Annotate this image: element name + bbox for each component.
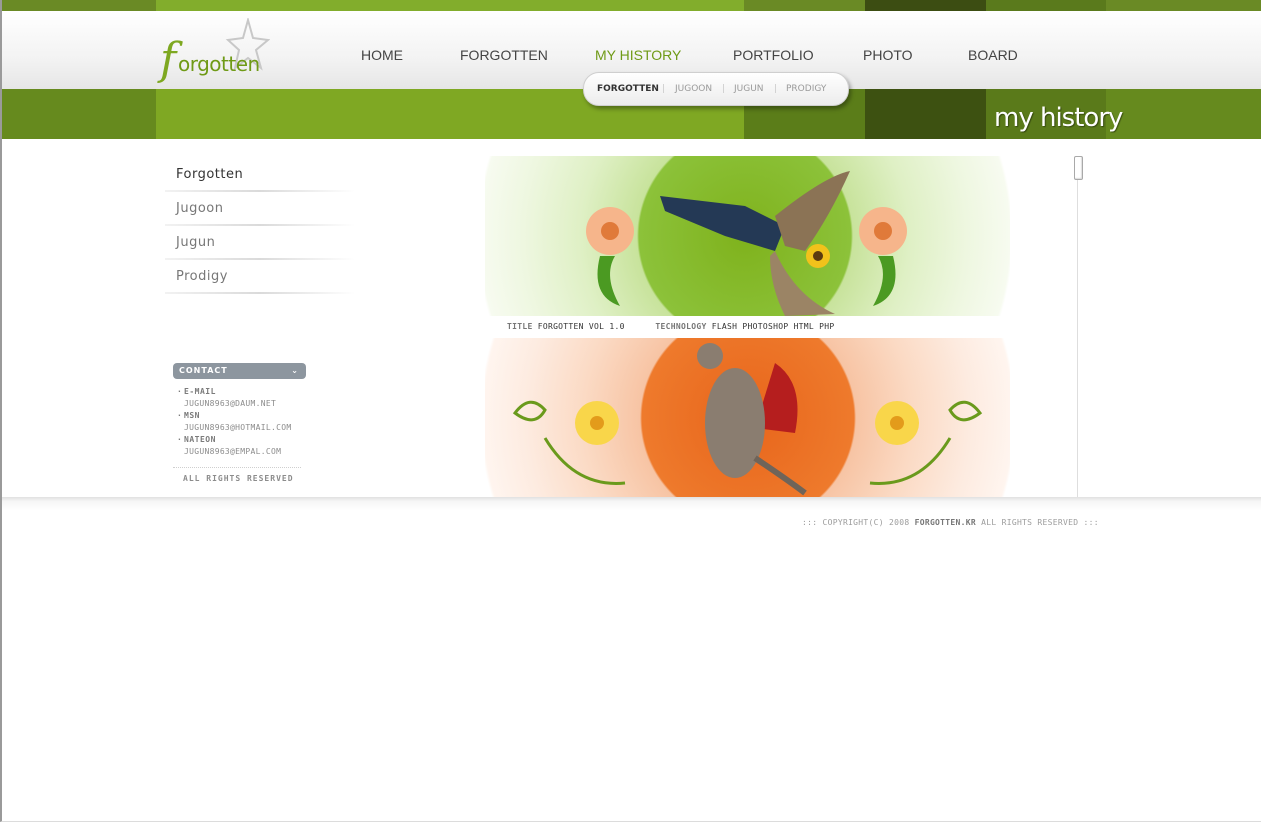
divider bbox=[173, 467, 301, 468]
portfolio-meta: TITLE FORGOTTEN VOL 1.0 TECHNOLOGY FLASH… bbox=[507, 322, 835, 331]
copyright-domain[interactable]: FORGOTTEN.KR bbox=[915, 518, 976, 527]
scrollbar-thumb[interactable] bbox=[1074, 156, 1083, 180]
contact-list: E-MAIL JUGUN8963@DAUM.NET MSN JUGUN8963@… bbox=[173, 387, 306, 459]
section-title: my history bbox=[994, 103, 1123, 133]
contact-title: CONTACT bbox=[179, 366, 228, 375]
portfolio-title: FORGOTTEN VOL 1.0 bbox=[537, 322, 625, 331]
flying-cat-illustration bbox=[512, 343, 983, 496]
chevron-down-icon: ⌄ bbox=[291, 366, 299, 375]
subnav-prodigy[interactable]: PRODIGY bbox=[786, 84, 826, 94]
left-menu-label: Jugun bbox=[176, 235, 216, 250]
nav-photo[interactable]: PHOTO bbox=[863, 47, 913, 63]
subnav-separator: | bbox=[774, 84, 778, 94]
nav-my-history[interactable]: MY HISTORY bbox=[595, 47, 681, 63]
contact-panel: CONTACT ⌄ E-MAIL JUGUN8963@DAUM.NET MSN … bbox=[173, 363, 306, 483]
nav-portfolio[interactable]: PORTFOLIO bbox=[733, 47, 814, 63]
scrollbar-track[interactable] bbox=[1077, 156, 1078, 497]
top-color-strip bbox=[2, 0, 1261, 11]
nav-home[interactable]: HOME bbox=[361, 47, 403, 63]
copyright-prefix: ::: bbox=[802, 518, 818, 527]
contact-nateon[interactable]: JUGUN8963@EMPAL.COM bbox=[173, 447, 306, 459]
portfolio-image-orange[interactable] bbox=[485, 338, 1010, 498]
left-menu-item-forgotten[interactable]: Forgotten bbox=[165, 158, 355, 192]
left-menu-item-prodigy[interactable]: Prodigy bbox=[165, 260, 355, 294]
copyright: ::: COPYRIGHT(C) 2008 FORGOTTEN.KR ALL R… bbox=[802, 518, 1099, 527]
contact-msn[interactable]: JUGUN8963@HOTMAIL.COM bbox=[173, 423, 306, 435]
left-menu: Forgotten Jugoon Jugun Prodigy bbox=[165, 158, 355, 294]
copyright-end: ::: bbox=[1083, 518, 1099, 527]
copyright-suffix: ALL RIGHTS RESERVED bbox=[981, 518, 1079, 527]
contact-email[interactable]: JUGUN8963@DAUM.NET bbox=[173, 399, 306, 411]
nav-forgotten[interactable]: FORGOTTEN bbox=[460, 47, 548, 63]
subnav-forgotten[interactable]: FORGOTTEN bbox=[597, 84, 659, 94]
contact-label-msn: MSN bbox=[173, 411, 306, 423]
copyright-text: COPYRIGHT(C) 2008 bbox=[822, 518, 910, 527]
lily-right-icon bbox=[869, 400, 983, 485]
contact-label-nateon: NATEON bbox=[173, 435, 306, 447]
main-nav: HOME FORGOTTEN MY HISTORY PORTFOLIO PHOT… bbox=[0, 47, 1261, 67]
left-menu-label: Prodigy bbox=[176, 269, 228, 284]
left-menu-item-jugoon[interactable]: Jugoon bbox=[165, 192, 355, 226]
subnav-separator: | bbox=[662, 84, 666, 94]
lily-left-icon bbox=[512, 400, 626, 485]
flower-wings-illustration bbox=[586, 171, 907, 316]
flying-figure-icon bbox=[660, 171, 850, 316]
portfolio-image-green[interactable] bbox=[485, 156, 1010, 316]
title-label: TITLE bbox=[507, 322, 533, 331]
subnav-jugun[interactable]: JUGUN bbox=[734, 84, 764, 94]
cat-icon bbox=[697, 343, 807, 496]
flower-left-icon bbox=[586, 207, 634, 306]
subnav-jugoon[interactable]: JUGOON bbox=[675, 84, 712, 94]
nav-board[interactable]: BOARD bbox=[968, 47, 1018, 63]
sub-nav: FORGOTTEN | JUGOON | JUGUN | PRODIGY bbox=[583, 72, 849, 106]
left-menu-item-jugun[interactable]: Jugun bbox=[165, 226, 355, 260]
subnav-separator: | bbox=[722, 84, 726, 94]
left-menu-label: Forgotten bbox=[176, 167, 244, 182]
left-menu-label: Jugoon bbox=[176, 201, 224, 216]
portfolio-technology: FLASH PHOTOSHOP HTML PHP bbox=[711, 322, 835, 331]
portfolio-list: TITLE FORGOTTEN VOL 1.0 TECHNOLOGY FLASH… bbox=[485, 156, 1010, 498]
rights-reserved: ALL RIGHTS RESERVED bbox=[183, 474, 294, 483]
technology-label: TECHNOLOGY bbox=[655, 322, 707, 331]
contact-label-email: E-MAIL bbox=[173, 387, 306, 399]
contact-header[interactable]: CONTACT ⌄ bbox=[173, 363, 306, 379]
footer-divider bbox=[2, 497, 1261, 511]
flower-right-icon bbox=[859, 207, 907, 306]
